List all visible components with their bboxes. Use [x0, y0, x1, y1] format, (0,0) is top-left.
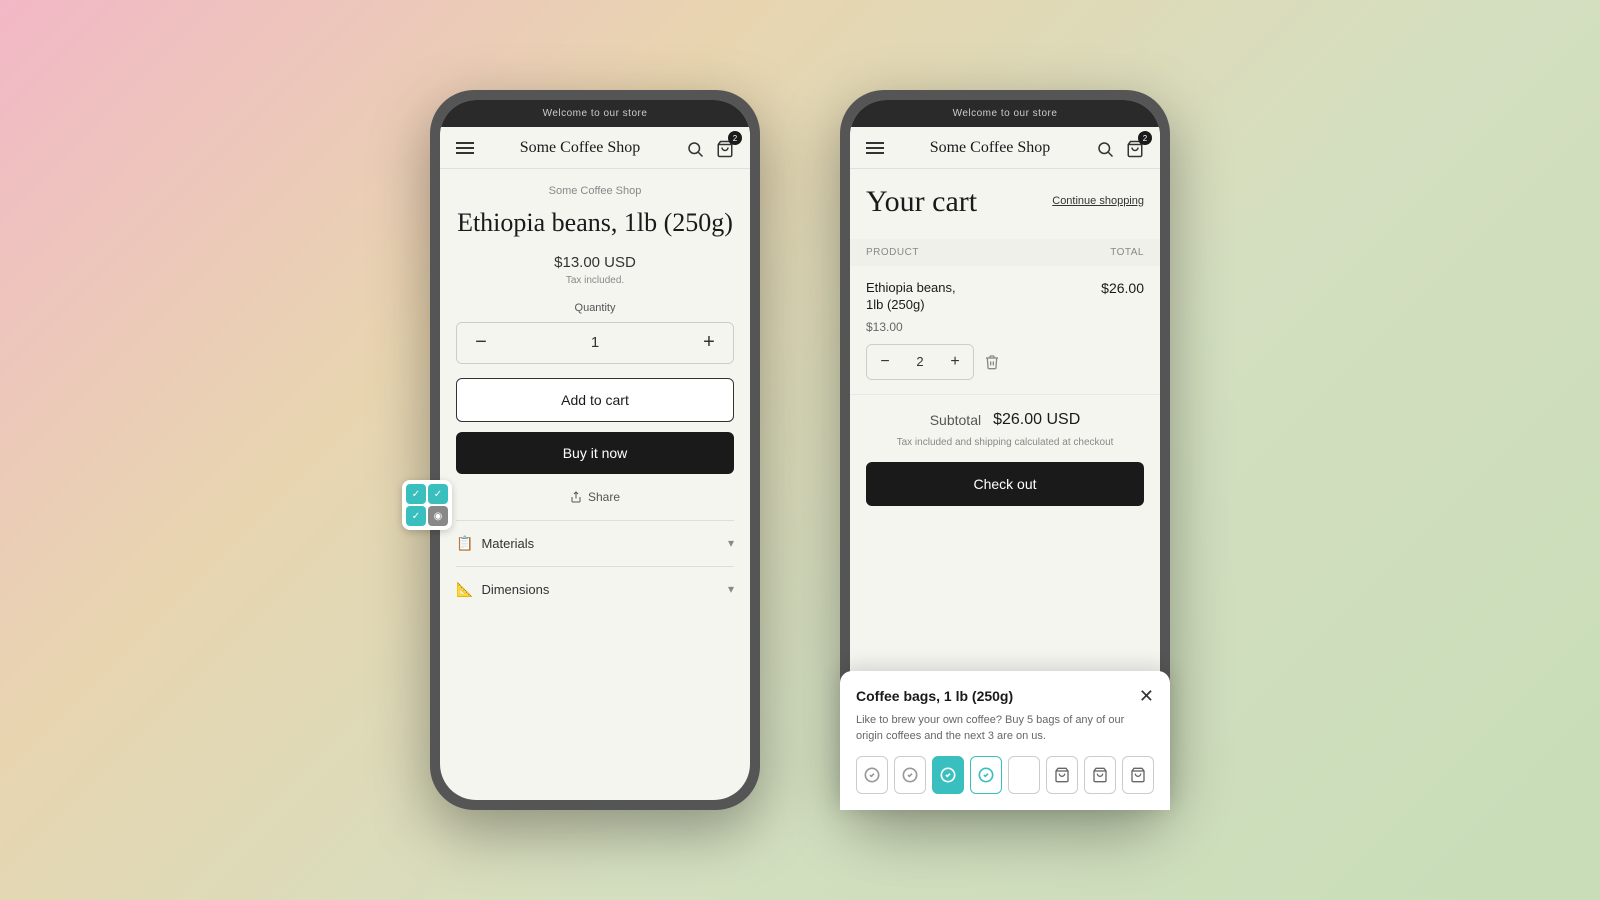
menu-line-2 [456, 147, 474, 149]
popup-option-8[interactable] [1122, 756, 1154, 794]
annotation-widget: ✓ ✓ ✓ ◉ [402, 480, 452, 530]
cart-header: Some Coffee Shop 2 [850, 127, 1160, 169]
cart-item: Ethiopia beans,1lb (250g) $26.00 $13.00 … [850, 266, 1160, 395]
phone-cart: Welcome to our store Some Coffee Shop [840, 90, 1170, 810]
ann-check-2: ✓ [428, 484, 448, 504]
dimensions-accordion[interactable]: 📐 Dimensions ▾ [456, 566, 734, 612]
popup-option-4[interactable] [970, 756, 1002, 794]
popup-options [856, 756, 1154, 794]
cart-table-header: PRODUCT TOTAL [850, 239, 1160, 266]
materials-accordion[interactable]: 📋 Materials ▾ [456, 520, 734, 566]
quantity-decrease-button[interactable]: − [457, 323, 505, 363]
buy-now-button[interactable]: Buy it now [456, 432, 734, 474]
cart-item-name: Ethiopia beans,1lb (250g) [866, 280, 956, 314]
tax-shipping-note: Tax included and shipping calculated at … [866, 437, 1144, 448]
popup-option-3[interactable] [932, 756, 964, 794]
product-page: Some Coffee Shop Ethiopia beans, 1lb (25… [440, 169, 750, 800]
materials-label: Materials [481, 536, 534, 551]
cart-menu-line-2 [866, 147, 884, 149]
menu-line-1 [456, 142, 474, 144]
header-icons: 2 [686, 137, 734, 158]
popup-close-button[interactable]: ✕ [1139, 687, 1154, 705]
continue-shopping-link[interactable]: Continue shopping [1052, 195, 1144, 207]
popup-option-1[interactable] [856, 756, 888, 794]
subtotal-value: $26.00 USD [993, 411, 1080, 429]
subtotal-section: Subtotal $26.00 USD Tax included and shi… [850, 395, 1160, 522]
popup-option-2[interactable] [894, 756, 926, 794]
cart-cart-button[interactable]: 2 [1126, 137, 1144, 158]
ann-check-3: ✓ [406, 506, 426, 526]
quantity-increase-button[interactable]: + [685, 323, 733, 363]
announcement-bar: Welcome to our store [440, 100, 750, 127]
quantity-control: − 1 + [456, 322, 734, 364]
add-to-cart-button[interactable]: Add to cart [456, 378, 734, 422]
dimensions-label: Dimensions [481, 582, 549, 597]
tax-note: Tax included. [456, 275, 734, 286]
cart-search-button[interactable] [1096, 137, 1114, 158]
share-label: Share [588, 490, 620, 504]
menu-line-3 [456, 152, 474, 154]
quantity-label: Quantity [456, 302, 734, 314]
cart-quantity-decrease-button[interactable]: − [867, 345, 903, 379]
cart-menu-line-3 [866, 152, 884, 154]
product-price: $13.00 USD [456, 254, 734, 271]
cart-quantity-increase-button[interactable]: + [937, 345, 973, 379]
cart-quantity-control: − 2 + [866, 344, 974, 380]
upsell-popup: Coffee bags, 1 lb (250g) ✕ Like to brew … [850, 671, 1160, 800]
search-button[interactable] [686, 137, 704, 158]
materials-icon: 📋 [456, 535, 473, 552]
popup-option-7[interactable] [1084, 756, 1116, 794]
cart-item-price: $13.00 [866, 320, 1144, 334]
cart-menu-line-1 [866, 142, 884, 144]
cart-store-title: Some Coffee Shop [930, 138, 1051, 157]
store-title: Some Coffee Shop [520, 138, 641, 157]
column-product: PRODUCT [866, 247, 919, 258]
cart-item-total: $26.00 [1101, 280, 1144, 296]
column-total: TOTAL [1110, 247, 1144, 258]
popup-description: Like to brew your own coffee? Buy 5 bags… [856, 713, 1154, 744]
popup-option-6[interactable] [1046, 756, 1078, 794]
materials-chevron: ▾ [728, 536, 734, 551]
cart-quantity-value: 2 [903, 354, 937, 369]
dimensions-icon: 📐 [456, 581, 473, 598]
ann-radio: ◉ [428, 506, 448, 526]
menu-button[interactable] [456, 142, 474, 154]
popup-option-5[interactable] [1008, 756, 1040, 794]
quantity-value: 1 [505, 334, 685, 351]
phone-product: ✓ ✓ ✓ ◉ Welcome to our store Some Coffee… [430, 90, 760, 810]
announcement-bar-cart: Welcome to our store [850, 100, 1160, 127]
cart-menu-button[interactable] [866, 142, 884, 154]
product-title: Ethiopia beans, 1lb (250g) [456, 207, 734, 240]
remove-item-button[interactable] [984, 353, 1000, 371]
cart-title: Your cart [866, 185, 977, 219]
subtotal-label: Subtotal [930, 412, 981, 428]
cart-button[interactable]: 2 [716, 137, 734, 158]
checkout-button[interactable]: Check out [866, 462, 1144, 506]
ann-check-1: ✓ [406, 484, 426, 504]
dimensions-chevron: ▾ [728, 582, 734, 597]
cart-cart-badge: 2 [1138, 131, 1152, 145]
cart-badge: 2 [728, 131, 742, 145]
cart-header-icons: 2 [1096, 137, 1144, 158]
share-button[interactable]: Share [456, 490, 734, 504]
store-label: Some Coffee Shop [456, 185, 734, 197]
header: Some Coffee Shop 2 [440, 127, 750, 169]
popup-title: Coffee bags, 1 lb (250g) [856, 688, 1013, 704]
